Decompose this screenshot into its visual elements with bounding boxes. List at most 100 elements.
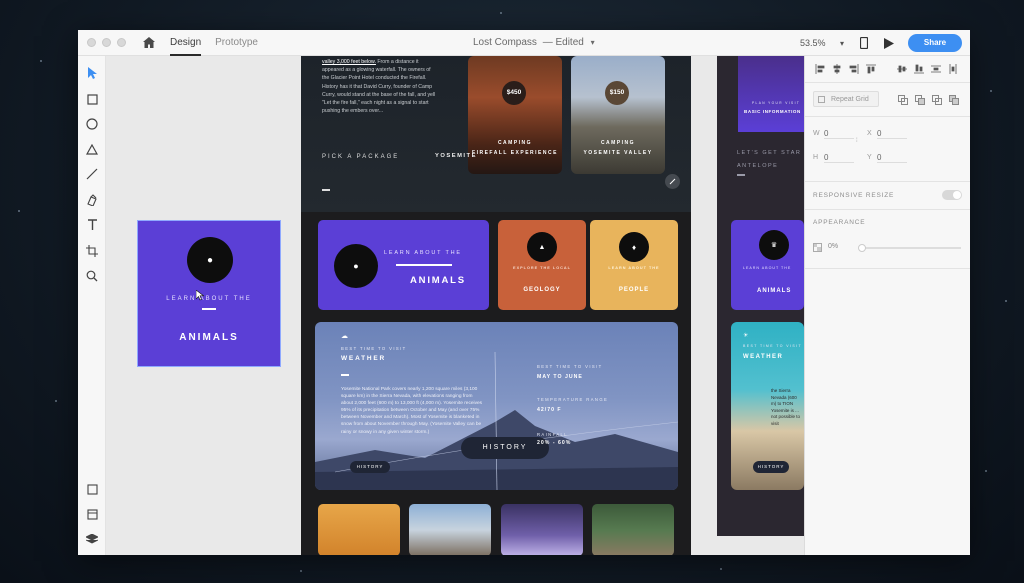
hero-dash — [322, 189, 330, 191]
main-artboard[interactable]: valley 3,000 feet below. From a distance… — [301, 56, 691, 555]
width-field[interactable]: 0 — [824, 129, 854, 139]
side-banner: PLAN YOUR VISIT BASIC INFORMATION — [738, 56, 804, 132]
side-weather-card[interactable]: ☀ BEST TIME TO VISIT WEATHER the Sierra … — [731, 322, 804, 490]
people-card[interactable]: ♦ LEARN ABOUT THE PEOPLE — [590, 220, 678, 310]
y-field[interactable]: 0 — [877, 153, 907, 163]
polygon-tool-icon[interactable] — [85, 142, 99, 156]
hero-paragraph: valley 3,000 feet below. From a distance… — [322, 58, 437, 115]
package-card-2[interactable]: $150 CAMPING YOSEMITE VALLEY — [571, 56, 665, 174]
hero-section: valley 3,000 feet below. From a distance… — [301, 56, 691, 212]
align-left-icon[interactable] — [815, 64, 825, 74]
window-controls — [87, 38, 126, 47]
star — [300, 570, 302, 572]
width-label: W — [813, 130, 820, 137]
rectangle-tool-icon[interactable] — [85, 92, 99, 106]
thumbnail-3[interactable] — [501, 504, 583, 555]
repeat-grid-button[interactable]: Repeat Grid — [813, 91, 879, 107]
geology-card[interactable]: ▲ EXPLORE THE LOCAL GEOLOGY — [498, 220, 586, 310]
side-history-button[interactable]: HISTORY — [753, 461, 789, 473]
responsive-resize-label: RESPONSIVE RESIZE — [813, 192, 895, 199]
divider — [805, 116, 970, 117]
weather-card[interactable]: ☁ BEST TIME TO VISIT WEATHER Yosemite Na… — [315, 322, 678, 490]
layers-icon[interactable] — [85, 532, 99, 546]
distribute-vertical-icon[interactable] — [948, 64, 958, 74]
distribute-horizontal-icon[interactable] — [931, 64, 941, 74]
best-time-value: MAY TO JUNE — [537, 374, 583, 380]
line-tool-icon[interactable] — [85, 167, 99, 181]
home-icon[interactable] — [142, 36, 156, 50]
zoom-level: 53.5% — [800, 38, 826, 48]
thumbnail-1[interactable] — [318, 504, 400, 555]
animals-card[interactable]: ● LEARN ABOUT THE ANIMALS — [318, 220, 489, 310]
tab-design[interactable]: Design — [170, 30, 202, 56]
zoom-tool-icon[interactable] — [85, 269, 99, 283]
responsive-resize-toggle[interactable] — [942, 190, 962, 200]
artboard-tool-icon[interactable] — [85, 244, 99, 258]
side-weather-kicker: BEST TIME TO VISIT — [743, 344, 802, 348]
opacity-value[interactable]: 0% — [828, 243, 838, 250]
hiker-icon: ♦ — [631, 242, 637, 252]
title-bar: Design Prototype Lost Compass — Edited ▾… — [78, 30, 970, 56]
people-badge: ♦ — [619, 232, 649, 262]
package-card-1[interactable]: $450 CAMPING FIREFALL EXPERIENCE — [468, 56, 562, 174]
device-preview-icon[interactable] — [857, 36, 871, 50]
minimize-window-button[interactable] — [102, 38, 111, 47]
side-banner-title: BASIC INFORMATION — [744, 109, 801, 114]
side-animals-card[interactable]: ♛ LEARN ABOUT THE ANIMALS — [731, 220, 804, 310]
pen-tool-icon[interactable] — [85, 193, 99, 207]
cursor-icon — [195, 288, 205, 306]
ellipse-tool-icon[interactable] — [85, 117, 99, 131]
boolean-subtract-icon[interactable] — [915, 95, 925, 105]
history-big-button[interactable]: HISTORY — [461, 437, 549, 459]
selected-animals-tile[interactable]: ● LEARN ABOUT THE ANIMALS — [137, 220, 281, 367]
side-weather-title: WEATHER — [743, 354, 784, 360]
weather-kicker: BEST TIME TO VISIT — [341, 346, 407, 351]
history-small-button[interactable]: HISTORY — [350, 461, 390, 473]
close-window-button[interactable] — [87, 38, 96, 47]
document-title: Lost Compass — [473, 37, 537, 48]
height-field[interactable]: 0 — [824, 153, 854, 163]
tile-divider — [202, 308, 216, 310]
lock-aspect-icon[interactable]: ⁞ — [856, 138, 858, 144]
hero-link[interactable]: valley 3,000 feet below. — [322, 59, 376, 65]
geology-line1: EXPLORE THE LOCAL — [513, 266, 571, 270]
play-icon[interactable] — [882, 36, 896, 50]
compass-icon[interactable] — [665, 174, 680, 189]
opacity-slider[interactable] — [858, 244, 961, 252]
package-1-subtitle: FIREFALL EXPERIENCE — [472, 150, 558, 156]
star — [18, 210, 20, 212]
symbols-icon[interactable] — [85, 507, 99, 521]
side-animals-badge: ♛ — [759, 230, 789, 260]
document-title-area[interactable]: Lost Compass — Edited ▾ — [473, 30, 595, 56]
align-bottom-icon[interactable] — [914, 64, 924, 74]
thumbnail-4[interactable] — [592, 504, 674, 555]
align-top-icon[interactable] — [866, 64, 876, 74]
zoom-control[interactable]: 53.5% ▾ — [800, 30, 844, 56]
thumbnail-2[interactable] — [409, 504, 491, 555]
text-tool-icon[interactable] — [85, 218, 99, 232]
opacity-slider-thumb[interactable] — [858, 244, 866, 252]
align-middle-icon[interactable] — [897, 64, 907, 74]
tab-prototype[interactable]: Prototype — [215, 30, 258, 56]
geology-badge: ▲ — [527, 232, 557, 262]
boolean-add-icon[interactable] — [898, 95, 908, 105]
temperature-value: 42/70 F — [537, 407, 562, 413]
people-line1: LEARN ABOUT THE — [608, 266, 660, 270]
boolean-exclude-icon[interactable] — [949, 95, 959, 105]
weather-dash — [341, 374, 349, 376]
zoom-window-button[interactable] — [117, 38, 126, 47]
boolean-intersect-icon[interactable] — [932, 95, 942, 105]
share-button[interactable]: Share — [908, 34, 962, 52]
assets-icon[interactable] — [85, 482, 99, 496]
paw-icon: ● — [353, 261, 359, 271]
paw-icon: ● — [206, 254, 214, 266]
secondary-artboard[interactable]: PLAN YOUR VISIT BASIC INFORMATION LET'S … — [717, 56, 804, 536]
x-field[interactable]: 0 — [877, 129, 907, 139]
align-right-icon[interactable] — [849, 64, 859, 74]
best-time-label: BEST TIME TO VISIT — [537, 364, 603, 369]
divider — [805, 268, 970, 269]
select-tool-icon[interactable] — [85, 66, 99, 80]
canvas[interactable]: ● LEARN ABOUT THE ANIMALS valley 3,000 f… — [106, 56, 804, 555]
animals-badge: ● — [187, 237, 233, 283]
align-center-icon[interactable] — [832, 64, 842, 74]
